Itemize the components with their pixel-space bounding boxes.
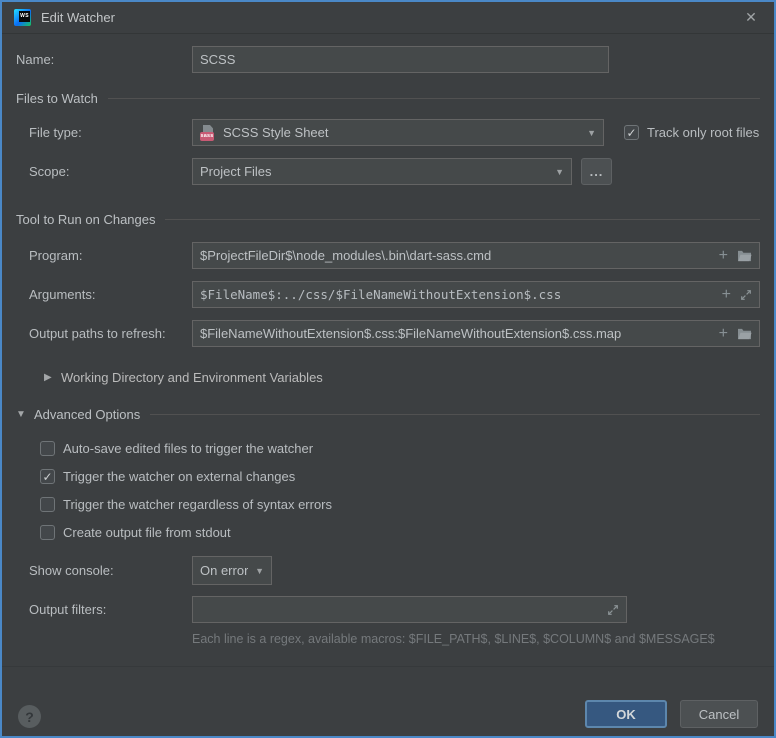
program-label: Program: <box>16 248 192 263</box>
stdout-option[interactable]: Create output file from stdout <box>40 525 760 540</box>
syntax-errors-label[interactable]: Trigger the watcher regardless of syntax… <box>63 497 332 512</box>
insert-macro-icon[interactable]: + <box>722 287 731 303</box>
browse-folder-icon[interactable] <box>737 249 752 262</box>
file-type-value: SCSS Style Sheet <box>223 125 329 140</box>
dialog-title: Edit Watcher <box>41 10 115 25</box>
arguments-label: Arguments: <box>16 287 192 302</box>
file-type-select[interactable]: sass SCSS Style Sheet ▼ <box>192 119 604 146</box>
output-filters-hint: Each line is a regex, available macros: … <box>192 632 760 646</box>
output-filters-label: Output filters: <box>16 602 192 617</box>
track-root-files-option[interactable]: ✓ Track only root files <box>624 125 759 140</box>
arguments-value: $FileName$:../css/$FileNameWithoutExtens… <box>200 287 561 302</box>
edit-watcher-dialog: WS Edit Watcher ✕ Name: Files to Watch F… <box>0 0 776 738</box>
section-divider <box>165 219 760 220</box>
working-directory-toggle-label: Working Directory and Environment Variab… <box>61 370 323 385</box>
webstorm-app-icon: WS <box>14 9 31 26</box>
section-files-to-watch-title: Files to Watch <box>16 91 98 106</box>
advanced-options-toggle[interactable]: ▼ Advanced Options <box>16 407 760 422</box>
scope-browse-button[interactable]: ... <box>581 158 612 185</box>
chevron-down-icon: ▼ <box>255 566 264 576</box>
working-directory-toggle[interactable]: ▶ Working Directory and Environment Vari… <box>44 370 760 385</box>
chevron-down-icon: ▼ <box>555 167 564 177</box>
name-input[interactable] <box>200 47 601 72</box>
advanced-options-title: Advanced Options <box>34 407 140 422</box>
external-changes-label[interactable]: Trigger the watcher on external changes <box>63 469 295 484</box>
scope-label: Scope: <box>16 164 192 179</box>
sass-badge: sass <box>200 132 214 141</box>
program-value: $ProjectFileDir$\node_modules\.bin\dart-… <box>200 248 491 263</box>
webstorm-icon-letters: WS <box>19 11 30 22</box>
autosave-option[interactable]: Auto-save edited files to trigger the wa… <box>40 441 760 456</box>
section-tool-to-run: Tool to Run on Changes <box>16 212 760 227</box>
output-paths-input[interactable]: $FileNameWithoutExtension$.css:$FileName… <box>192 320 760 347</box>
show-console-select[interactable]: On error ▼ <box>192 556 272 585</box>
output-paths-value: $FileNameWithoutExtension$.css:$FileName… <box>200 326 621 341</box>
file-type-label: File type: <box>16 125 192 140</box>
external-changes-checkbox[interactable]: ✓ <box>40 469 55 484</box>
autosave-checkbox[interactable] <box>40 441 55 456</box>
arguments-input[interactable]: $FileName$:../css/$FileNameWithoutExtens… <box>192 281 760 308</box>
output-filters-input[interactable] <box>192 596 627 623</box>
section-files-to-watch: Files to Watch <box>16 91 760 106</box>
section-tool-to-run-title: Tool to Run on Changes <box>16 212 155 227</box>
show-console-label: Show console: <box>16 563 192 578</box>
ok-button[interactable]: OK <box>585 700 667 728</box>
help-button[interactable]: ? <box>18 705 41 728</box>
cancel-button[interactable]: Cancel <box>680 700 758 728</box>
external-changes-option[interactable]: ✓ Trigger the watcher on external change… <box>40 469 760 484</box>
output-paths-label: Output paths to refresh: <box>16 326 192 341</box>
section-divider <box>150 414 760 415</box>
close-icon[interactable]: ✕ <box>740 9 762 26</box>
chevron-down-expanded-icon: ▼ <box>16 409 28 420</box>
stdout-label[interactable]: Create output file from stdout <box>63 525 231 540</box>
section-divider <box>108 98 760 99</box>
browse-folder-icon[interactable] <box>737 327 752 340</box>
chevron-right-icon: ▶ <box>44 372 56 383</box>
scss-file-icon: sass <box>200 125 216 141</box>
track-root-files-checkbox[interactable]: ✓ <box>624 125 639 140</box>
expand-field-icon[interactable] <box>740 289 752 301</box>
stdout-checkbox[interactable] <box>40 525 55 540</box>
insert-macro-icon[interactable]: + <box>719 326 728 342</box>
chevron-down-icon: ▼ <box>587 128 596 138</box>
program-input[interactable]: $ProjectFileDir$\node_modules\.bin\dart-… <box>192 242 760 269</box>
footer-bar: ? OK Cancel <box>2 666 774 736</box>
name-input-wrap <box>192 46 609 73</box>
insert-macro-icon[interactable]: + <box>719 248 728 264</box>
syntax-errors-checkbox[interactable] <box>40 497 55 512</box>
name-label: Name: <box>16 52 192 67</box>
titlebar[interactable]: WS Edit Watcher ✕ <box>2 2 774 34</box>
track-root-files-label[interactable]: Track only root files <box>647 125 759 140</box>
syntax-errors-option[interactable]: Trigger the watcher regardless of syntax… <box>40 497 760 512</box>
show-console-value: On error <box>200 563 248 578</box>
scope-select[interactable]: Project Files ▼ <box>192 158 572 185</box>
scope-value: Project Files <box>200 164 272 179</box>
autosave-label[interactable]: Auto-save edited files to trigger the wa… <box>63 441 313 456</box>
expand-field-icon[interactable] <box>607 604 619 616</box>
